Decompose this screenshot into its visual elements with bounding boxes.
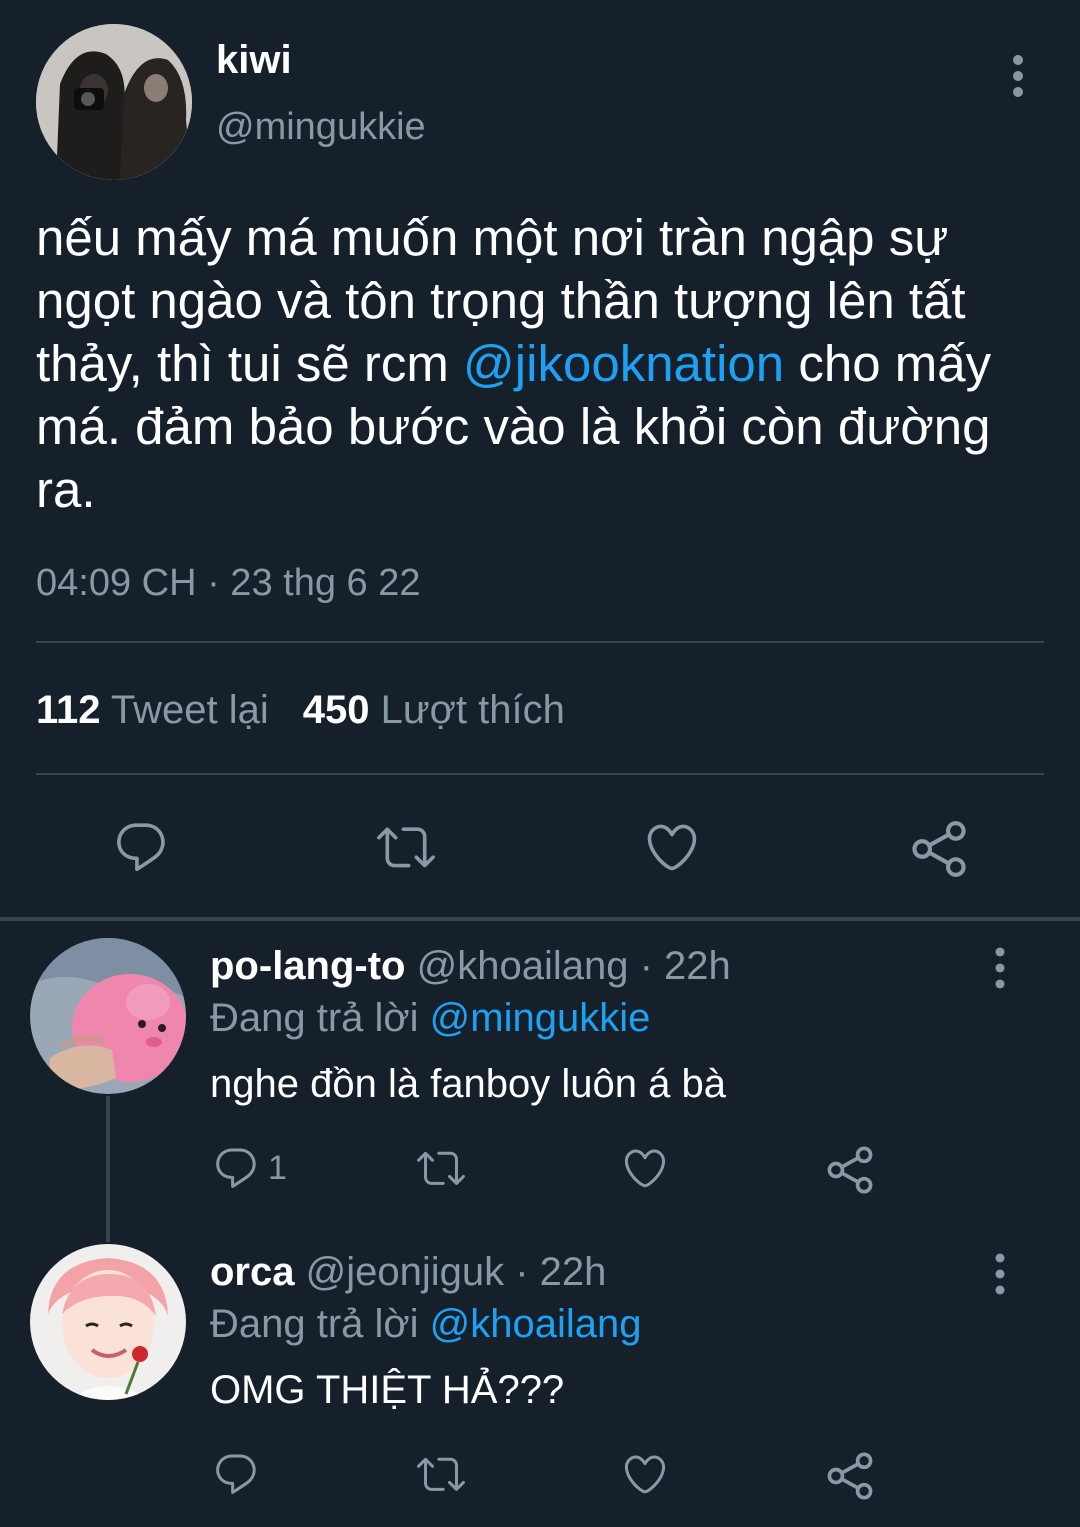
reply-count: 1: [268, 1148, 287, 1187]
tweet-detail-page: kiwi @mingukkie nếu mấy má muốn một nơi …: [0, 0, 1080, 1527]
like-button[interactable]: [642, 818, 702, 876]
vertical-dots-icon[interactable]: [996, 52, 1040, 100]
reply-text: nghe đồn là fanboy luôn á bà: [210, 1062, 726, 1106]
replying-to: Đang trả lời @mingukkie: [210, 996, 650, 1041]
tweet-stats: 112 Tweet lại 450 Lượt thích: [36, 688, 565, 733]
avatar[interactable]: [30, 1244, 186, 1400]
replying-to: Đang trả lời @khoailang: [210, 1302, 642, 1347]
tweet-text: nếu mấy má muốn một nơi tràn ngập sự ngọ…: [36, 206, 1046, 521]
vertical-dots-icon[interactable]: [980, 1250, 1020, 1298]
comment-bubble-icon: [216, 1454, 256, 1494]
replying-label: Đang trả lời: [210, 1302, 419, 1346]
share-button[interactable]: [908, 818, 970, 880]
mention-link[interactable]: @khoailang: [430, 1302, 642, 1346]
share-nodes-icon: [827, 1146, 873, 1194]
reply-button[interactable]: 1: [212, 1144, 287, 1192]
mention-link[interactable]: @jikooknation: [463, 335, 784, 392]
share-nodes-icon: [912, 821, 966, 877]
vertical-dots-icon[interactable]: [980, 944, 1020, 992]
retweet-count[interactable]: 112: [36, 688, 101, 732]
divider: [36, 773, 1044, 775]
thread-line: [106, 1096, 110, 1242]
reply-header: po-lang-to @khoailang · 22h: [210, 944, 731, 989]
like-button[interactable]: [620, 1144, 670, 1192]
retweet-button[interactable]: [414, 1450, 468, 1498]
share-button[interactable]: [824, 1450, 876, 1502]
replying-label: Đang trả lời: [210, 996, 419, 1040]
retweet-arrows-icon: [377, 827, 435, 868]
like-button[interactable]: [620, 1450, 670, 1498]
reply-author-name[interactable]: po-lang-to: [210, 944, 406, 988]
author-handle[interactable]: @mingukkie: [216, 106, 426, 149]
heart-icon: [647, 824, 697, 871]
retweet-button[interactable]: [414, 1144, 468, 1192]
reply-button[interactable]: [112, 818, 170, 876]
tweet-timestamp[interactable]: 04:09 CH · 23 thg 6 22: [36, 562, 420, 605]
avatar[interactable]: [36, 24, 192, 180]
reply-handle-time[interactable]: @jeonjiguk · 22h: [306, 1250, 607, 1294]
author-name[interactable]: kiwi: [216, 38, 292, 83]
section-separator: [0, 917, 1080, 921]
reply-handle-time[interactable]: @khoailang · 22h: [417, 944, 731, 988]
reply-author-name[interactable]: orca: [210, 1250, 295, 1294]
divider: [36, 641, 1044, 643]
retweet-arrows-icon: [417, 1457, 465, 1491]
like-count[interactable]: 450: [303, 688, 370, 732]
retweet-label[interactable]: Tweet lại: [111, 688, 269, 732]
share-button[interactable]: [824, 1144, 876, 1196]
comment-bubble-icon: [117, 823, 165, 872]
reply-text: OMG THIỆT HẢ???: [210, 1368, 565, 1412]
retweet-arrows-icon: [417, 1151, 465, 1185]
reply-header: orca @jeonjiguk · 22h: [210, 1250, 606, 1295]
retweet-button[interactable]: [374, 818, 438, 876]
heart-icon: [624, 1149, 666, 1188]
comment-bubble-icon: [216, 1148, 256, 1188]
mention-link[interactable]: @mingukkie: [430, 996, 651, 1040]
like-label[interactable]: Lượt thích: [381, 688, 565, 732]
share-nodes-icon: [827, 1452, 873, 1500]
reply-button[interactable]: [212, 1450, 260, 1498]
avatar[interactable]: [30, 938, 186, 1094]
heart-icon: [624, 1455, 666, 1494]
